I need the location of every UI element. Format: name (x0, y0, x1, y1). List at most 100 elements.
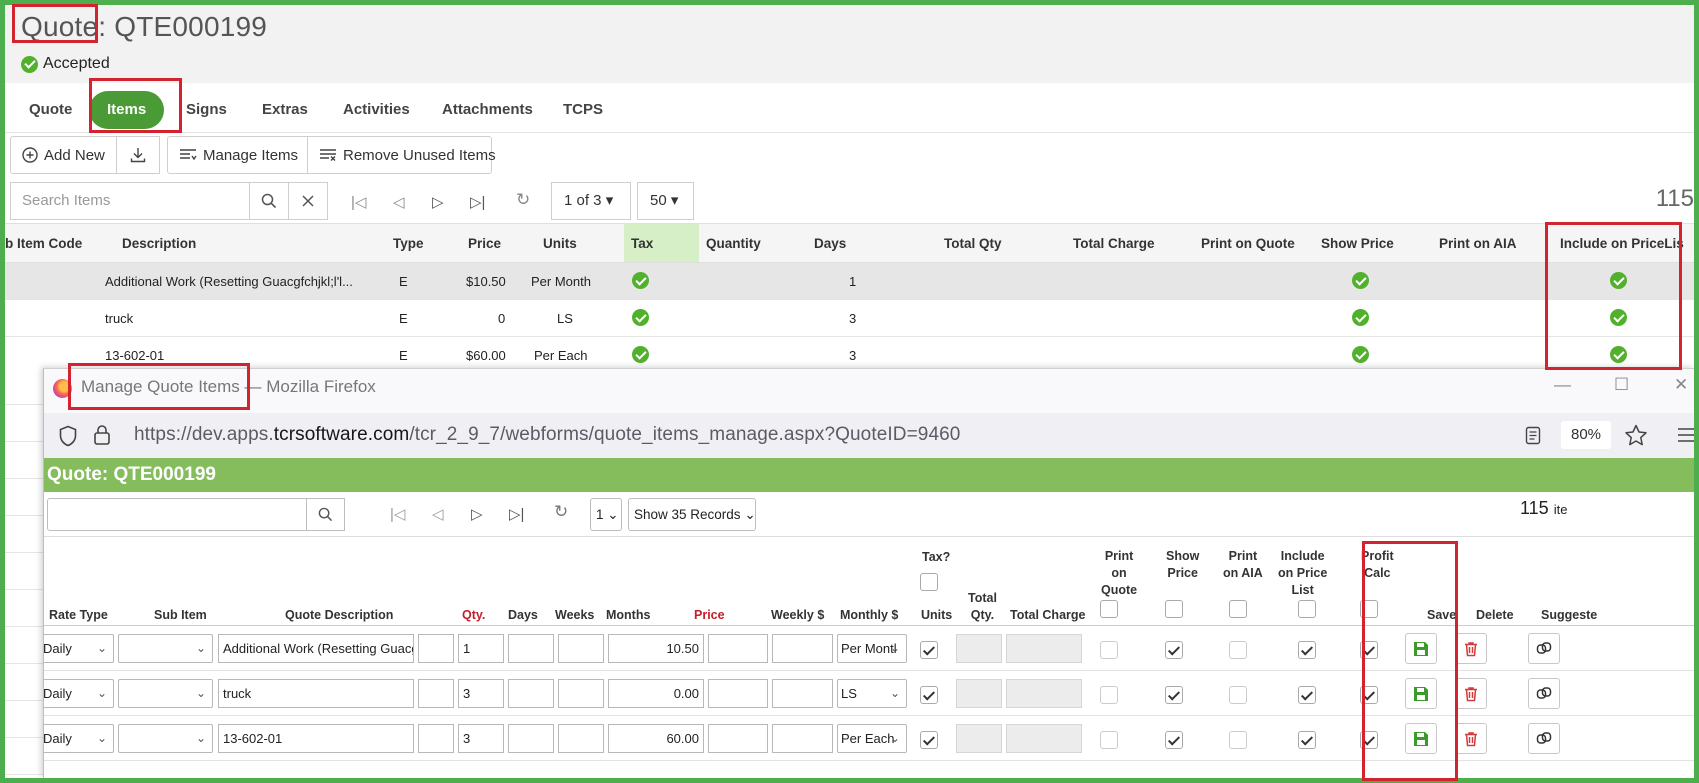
price-input[interactable]: 0.00 (608, 679, 704, 708)
manage-items-button[interactable]: Manage Items (167, 136, 308, 174)
print-aia-select-all-checkbox[interactable] (1229, 600, 1247, 618)
show-price-checkbox[interactable] (1165, 731, 1183, 749)
remove-unused-items-button[interactable]: Remove Unused Items (307, 136, 496, 174)
print-on-quote-checkbox[interactable] (1100, 686, 1118, 704)
tax-checkbox[interactable] (920, 641, 938, 659)
search-button[interactable] (249, 182, 289, 220)
tax-select-all-checkbox[interactable] (920, 573, 938, 591)
profit-calc-checkbox[interactable] (1360, 686, 1378, 704)
weeks-input[interactable] (508, 724, 554, 753)
days-input[interactable]: 3 (458, 679, 504, 708)
shield-icon[interactable] (58, 425, 78, 447)
delete-button[interactable] (1455, 678, 1487, 709)
manage-search-input[interactable] (47, 498, 307, 531)
weeks-input[interactable] (508, 634, 554, 663)
col-description[interactable]: Description (122, 236, 196, 251)
suggested-button[interactable] (1528, 678, 1560, 709)
save-button[interactable] (1405, 633, 1437, 664)
col-total-charge[interactable]: Total Charge (1073, 236, 1155, 251)
first-page-icon[interactable]: |◁ (390, 505, 405, 523)
tab-signs[interactable]: Signs (168, 91, 245, 129)
quote-description-input[interactable]: truck (218, 679, 414, 708)
sub-item-select[interactable]: ⌄ (118, 724, 213, 753)
col-show-price[interactable]: Show Price (1321, 236, 1394, 251)
reader-view-icon[interactable] (1525, 426, 1541, 445)
lock-icon[interactable] (93, 424, 111, 446)
maximize-icon[interactable]: ☐ (1614, 375, 1629, 395)
rate-type-select[interactable]: Daily ⌄ (44, 634, 114, 663)
monthly-input[interactable] (772, 679, 833, 708)
days-input[interactable]: 1 (458, 634, 504, 663)
profit-calc-checkbox[interactable] (1360, 731, 1378, 749)
months-input[interactable] (558, 634, 604, 663)
tab-tcps[interactable]: TCPS (545, 91, 621, 129)
add-new-button[interactable]: Add New (10, 136, 117, 174)
qty-input[interactable] (418, 724, 454, 753)
download-button[interactable] (116, 136, 160, 174)
last-page-icon[interactable]: ▷| (509, 505, 524, 523)
bookmark-star-icon[interactable] (1624, 424, 1648, 446)
monthly-input[interactable] (772, 724, 833, 753)
tab-activities[interactable]: Activities (325, 91, 428, 129)
profit-calc-checkbox[interactable] (1360, 641, 1378, 659)
days-input[interactable]: 3 (458, 724, 504, 753)
first-page-icon[interactable]: |◁ (351, 193, 366, 211)
weekly-input[interactable] (708, 724, 768, 753)
prev-page-icon[interactable]: ◁ (393, 193, 405, 211)
print-on-aia-checkbox[interactable] (1229, 731, 1247, 749)
show-price-checkbox[interactable] (1165, 641, 1183, 659)
save-button[interactable] (1405, 723, 1437, 754)
show-price-checkbox[interactable] (1165, 686, 1183, 704)
sub-item-select[interactable]: ⌄ (118, 679, 213, 708)
weekly-input[interactable] (708, 634, 768, 663)
show-price-select-all-checkbox[interactable] (1165, 600, 1183, 618)
weekly-input[interactable] (708, 679, 768, 708)
minimize-icon[interactable]: — (1554, 375, 1571, 395)
refresh-icon[interactable]: ↻ (554, 502, 568, 522)
col-quantity[interactable]: Quantity (706, 236, 761, 251)
include-on-price-list-checkbox[interactable] (1298, 641, 1316, 659)
units-select[interactable]: LS ⌄ (837, 679, 907, 708)
table-row[interactable]: Additional Work (Resetting Guacgfchjkl;l… (5, 263, 1694, 300)
tab-attachments[interactable]: Attachments (424, 91, 551, 129)
clear-search-button[interactable] (288, 182, 328, 220)
price-input[interactable]: 10.50 (608, 634, 704, 663)
address-bar[interactable]: https://dev.apps.tcrsoftware.com/tcr_2_9… (44, 413, 1694, 458)
col-days[interactable]: Days (814, 236, 846, 251)
col-print-on-quote[interactable]: Print on Quote (1201, 236, 1295, 251)
menu-icon[interactable] (1677, 427, 1694, 443)
last-page-icon[interactable]: ▷| (470, 193, 485, 211)
tab-items[interactable]: Items (89, 91, 165, 129)
months-input[interactable] (558, 724, 604, 753)
qty-input[interactable] (418, 634, 454, 663)
col-print-on-aia[interactable]: Print on AIA (1439, 236, 1517, 251)
quote-description-input[interactable]: Additional Work (Resetting Guacgfcl (218, 634, 414, 663)
prev-page-icon[interactable]: ◁ (432, 505, 444, 523)
page-size-select[interactable]: 50 ▾ (637, 182, 694, 220)
url-text[interactable]: https://dev.apps.tcrsoftware.com/tcr_2_9… (134, 424, 960, 446)
units-select[interactable]: Per Each ⌄ (837, 724, 907, 753)
col-price[interactable]: Price (468, 236, 501, 251)
search-input[interactable]: Search Items (10, 182, 250, 220)
include-on-price-list-checkbox[interactable] (1298, 731, 1316, 749)
print-quote-select-all-checkbox[interactable] (1100, 600, 1118, 618)
delete-button[interactable] (1455, 633, 1487, 664)
rate-type-select[interactable]: Daily ⌄ (44, 679, 114, 708)
next-page-icon[interactable]: ▷ (471, 505, 483, 523)
rate-type-select[interactable]: Daily ⌄ (44, 724, 114, 753)
print-on-aia-checkbox[interactable] (1229, 641, 1247, 659)
close-window-icon[interactable]: ✕ (1674, 375, 1688, 395)
include-price-list-select-all-checkbox[interactable] (1298, 600, 1316, 618)
qty-input[interactable] (418, 679, 454, 708)
tab-extras[interactable]: Extras (244, 91, 326, 129)
col-include-on-pricelist[interactable]: Include on PriceLis (1560, 236, 1684, 251)
refresh-icon[interactable]: ↻ (516, 190, 530, 210)
monthly-input[interactable] (772, 634, 833, 663)
quote-description-input[interactable]: 13-602-01 (218, 724, 414, 753)
table-row[interactable]: truck E 0 LS 3 (5, 300, 1694, 337)
records-per-page-select[interactable]: Show 35 Records ⌄ (628, 498, 756, 531)
col-tax[interactable]: Tax (631, 236, 653, 251)
zoom-level[interactable]: 80% (1561, 421, 1611, 449)
units-select[interactable]: Per Montl ⌄ (837, 634, 907, 663)
suggested-button[interactable] (1528, 633, 1560, 664)
